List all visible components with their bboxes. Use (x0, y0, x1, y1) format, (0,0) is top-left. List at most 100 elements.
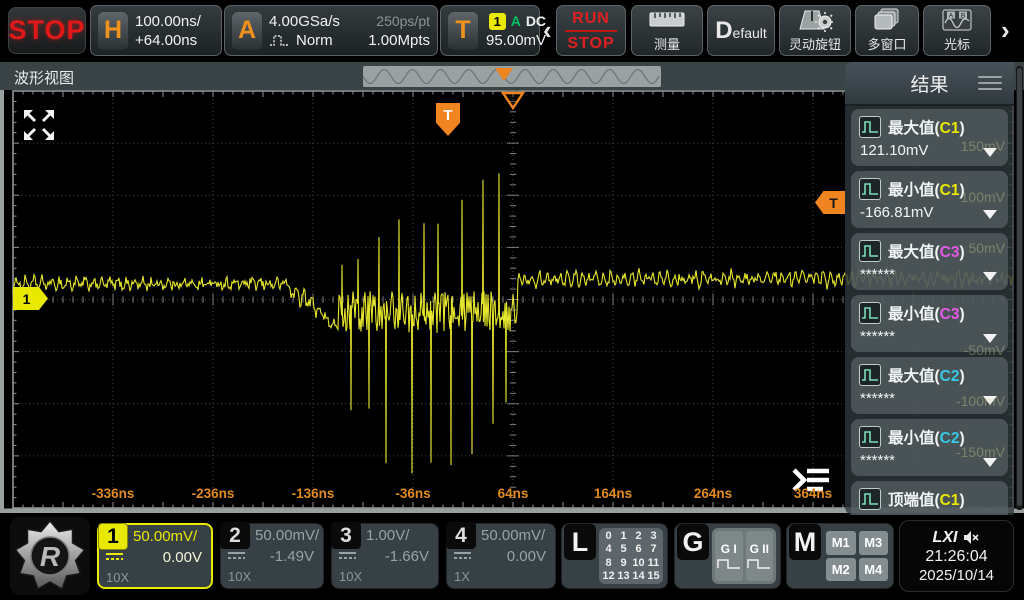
results-scrollbar[interactable] (1016, 66, 1023, 510)
cursor-button[interactable]: A B 光标 (923, 5, 991, 56)
run-stop-button[interactable]: RUN STOP (556, 5, 626, 56)
channel1-marker-label: 1 (23, 291, 31, 307)
square-wave-icon (716, 557, 742, 570)
math-m1-button[interactable]: M1 (826, 531, 856, 555)
trigger-settings-block[interactable]: T 1 A DC 95.00mV (440, 5, 540, 56)
acquire-settings-block[interactable]: A 4.00GSa/s Norm 250ps/pt 1.00Mpts (224, 5, 438, 56)
quick-knob-button[interactable]: 灵动旋钮 (779, 5, 851, 56)
svg-text:R: R (40, 541, 61, 572)
result-item-min-c2[interactable]: 最小值(C2) ****** (851, 419, 1008, 476)
waveform-view-title: 波形视图 (14, 67, 74, 88)
math-m4-button[interactable]: M4 (859, 558, 889, 582)
acquire-mode: Norm (296, 31, 333, 50)
bottom-status-bar: R 1 50.00mV/ 0.00V 10X 2 50.00mV/ -1.49V… (0, 515, 1024, 600)
generator-1-button[interactable]: G I (715, 531, 743, 581)
channel-2-box[interactable]: 2 50.00mV/ -1.49V 10X (220, 523, 324, 589)
horizontal-reference-marker[interactable] (501, 91, 525, 110)
math-m3-button[interactable]: M3 (859, 531, 889, 555)
result-item-top-c1[interactable]: 顶端值(C1) (851, 481, 1008, 515)
stacked-windows-icon (873, 8, 901, 32)
results-panel: 结果 150mV 100mV 50mV -50mV -100mV -150mV … (845, 62, 1014, 515)
horizontal-navigation-strip[interactable] (363, 66, 661, 87)
measurement-pulse-icon (859, 178, 881, 200)
trigger-level: 95.00mV (486, 31, 546, 50)
multi-window-label: 多窗口 (867, 34, 906, 53)
math-box[interactable]: M M1 M3 M2 M4 (786, 523, 894, 589)
result-label: 最小值(C3) (888, 302, 965, 324)
generator-2-button[interactable]: G II (746, 531, 774, 581)
toolbar-scroll-right[interactable]: › (1001, 16, 1010, 44)
expand-down-icon[interactable] (983, 334, 997, 343)
generator-outputs: G I G II (712, 528, 776, 584)
result-value: ****** (860, 390, 895, 407)
result-label: 最大值(C3) (888, 240, 965, 262)
logic-channels-box[interactable]: L 0123 4567 891011 12131415 (561, 523, 668, 589)
run-label: RUN (572, 9, 610, 28)
hamburger-menu-icon[interactable] (978, 76, 1002, 90)
result-item-min-c3[interactable]: 最小值(C3) ****** (851, 295, 1008, 352)
math-badge: M (789, 524, 821, 560)
stop-label: STOP (8, 15, 85, 46)
results-header[interactable]: 结果 (845, 62, 1014, 106)
expand-down-icon[interactable] (983, 458, 997, 467)
results-scrollbar-thumb[interactable] (1017, 68, 1022, 506)
x-axis-label: 364ns (794, 486, 832, 501)
measure-button[interactable]: 测量 (631, 5, 703, 56)
measurement-pulse-icon (859, 488, 881, 510)
result-label: 最小值(C2) (888, 426, 965, 448)
result-item-min-c1[interactable]: 最小值(C1) -166.81mV (851, 171, 1008, 228)
oscilloscope-screen: STOP H 100.00ns/ +64.00ns A 4.00GSa/s No… (0, 0, 1024, 600)
result-label: 最大值(C2) (888, 364, 965, 386)
x-axis-label: -136ns (292, 486, 335, 501)
channel-1-box[interactable]: 1 50.00mV/ 0.00V 10X (97, 523, 213, 589)
measurement-pulse-icon (859, 426, 881, 448)
ruler-icon (649, 8, 685, 32)
sample-rate: 4.00GSa/s (269, 12, 361, 31)
clock-time: 21:26:04 (925, 548, 987, 566)
status-clock-box[interactable]: LXI 21:26:04 2025/10/14 (899, 520, 1014, 592)
expand-down-icon[interactable] (983, 148, 997, 157)
result-item-max-c2[interactable]: 最大值(C2) ****** (851, 357, 1008, 414)
toolbar-scroll-left[interactable]: ‹ (543, 16, 552, 44)
result-item-max-c3[interactable]: 最大值(C3) ****** (851, 233, 1008, 290)
measurement-pulse-icon (859, 302, 881, 324)
x-axis-label: 164ns (594, 486, 632, 501)
dc-coupling-icon (106, 553, 123, 563)
channel-4-box[interactable]: 4 50.00mV/ 0.00V 1X (446, 523, 556, 589)
dc-coupling-icon (339, 552, 356, 562)
timebase-scale: 100.00ns/ (135, 12, 201, 31)
cursor-icon: A B (942, 8, 972, 32)
generator-box[interactable]: G G I G II (674, 523, 781, 589)
result-value: ****** (860, 328, 895, 345)
result-item-max-c1[interactable]: 最大值(C1) 121.10mV (851, 109, 1008, 166)
channel-3-box[interactable]: 3 1.00V/ -1.66V 10X (331, 523, 439, 589)
result-label: 最小值(C1) (888, 178, 965, 200)
dc-coupling-icon (228, 552, 245, 562)
result-label: 最大值(C1) (888, 116, 965, 138)
dc-coupling-icon (454, 552, 471, 562)
channel-1-probe: 10X (106, 570, 129, 585)
x-axis-label: 64ns (498, 486, 529, 501)
acquire-icon: A (232, 12, 262, 50)
default-button[interactable]: Default (707, 5, 775, 56)
channel-4-offset: 0.00V (507, 548, 546, 565)
channel-4-badge: 4 (446, 522, 476, 549)
horizontal-settings-block[interactable]: H 100.00ns/ +64.00ns (90, 5, 222, 56)
expand-down-icon[interactable] (983, 396, 997, 405)
math-m2-button[interactable]: M2 (826, 558, 856, 582)
channel-1-scale: 50.00mV/ (133, 528, 197, 545)
expand-down-icon[interactable] (983, 272, 997, 281)
multi-window-button[interactable]: 多窗口 (855, 5, 919, 56)
quick-knob-label: 灵动旋钮 (789, 34, 841, 53)
sample-resolution: 250ps/pt (376, 12, 430, 31)
result-value: ****** (860, 452, 895, 469)
expand-icon[interactable] (22, 108, 56, 147)
channel-3-probe: 10X (339, 569, 362, 584)
x-axis-label: -336ns (92, 486, 135, 501)
measurement-pulse-icon (859, 240, 881, 262)
rigol-logo[interactable]: R (10, 517, 90, 595)
horizontal-icon: H (98, 12, 128, 50)
result-value: 121.10mV (860, 142, 928, 159)
expand-down-icon[interactable] (983, 210, 997, 219)
acquisition-stop-indicator[interactable]: STOP (8, 7, 86, 54)
